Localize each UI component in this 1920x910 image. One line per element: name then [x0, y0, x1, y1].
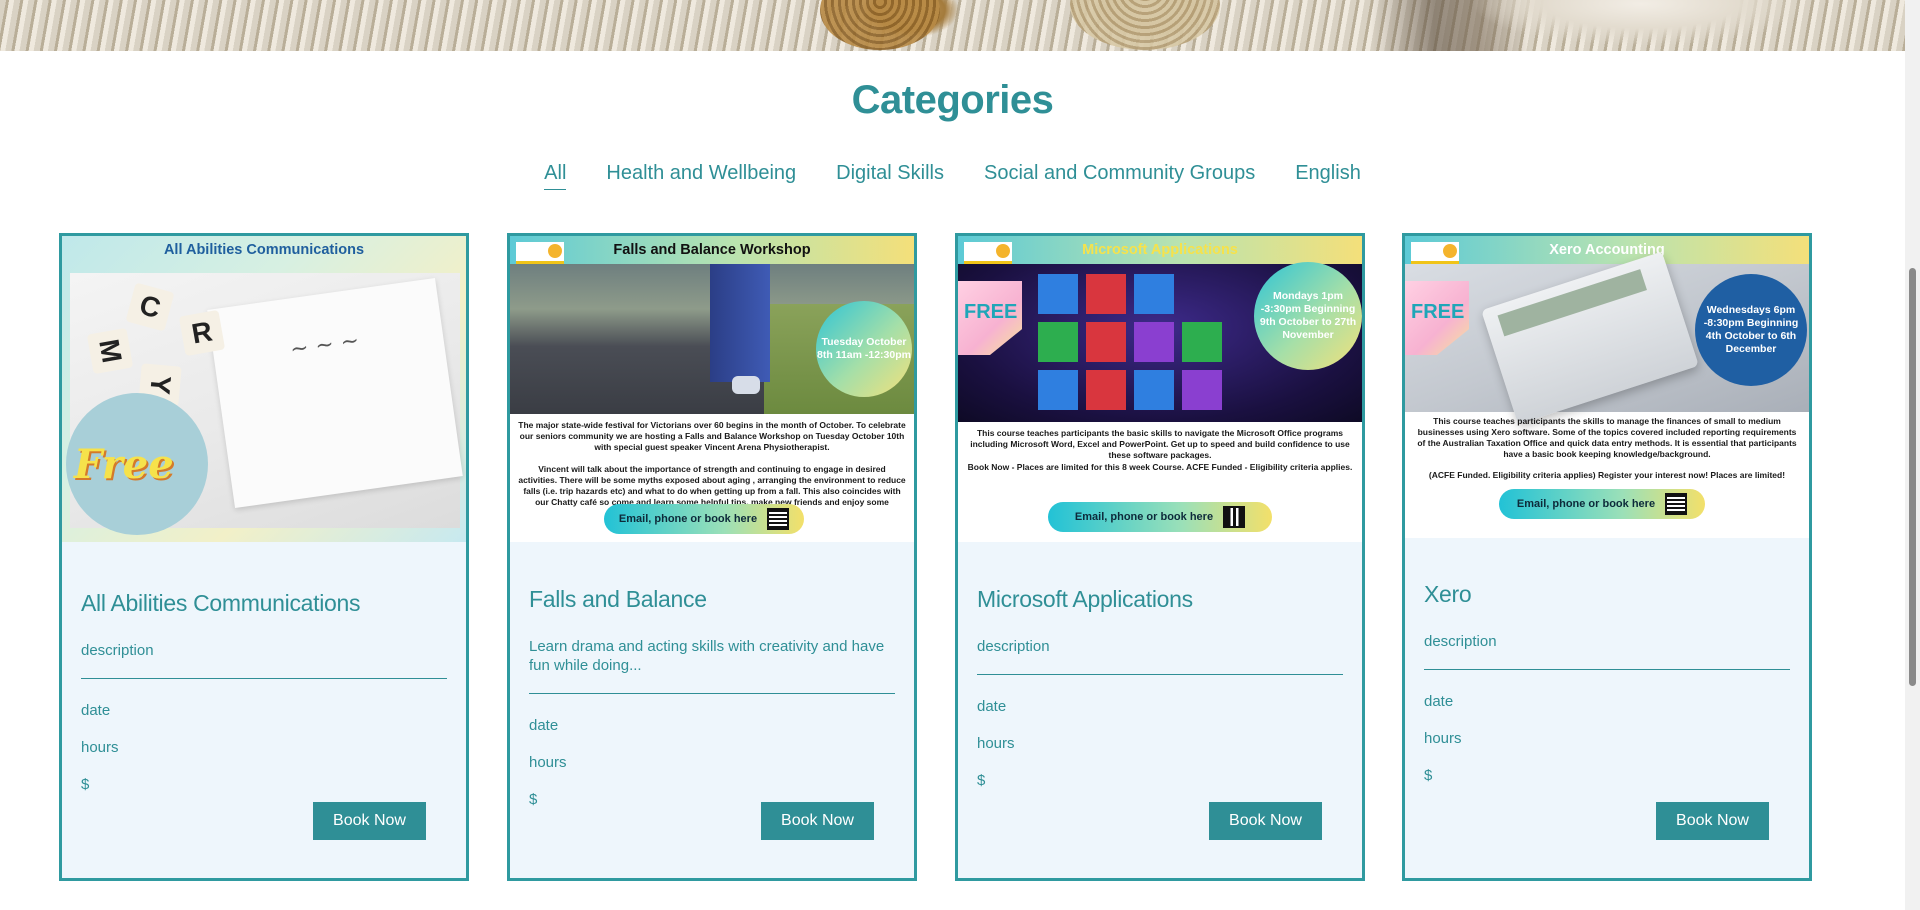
letter-tile: M	[86, 327, 134, 375]
card-description: description	[1424, 633, 1497, 650]
card-body: Microsoft Applications description date …	[977, 586, 1343, 789]
scrollbar-thumb[interactable]	[1909, 268, 1916, 686]
card-price: $	[1424, 767, 1433, 784]
free-label: Free	[74, 441, 174, 488]
card-description: description	[81, 642, 154, 659]
app-tile	[1086, 274, 1126, 314]
course-card: Xero Accounting FREE Wednesdays 6pm -8:3…	[1402, 233, 1812, 881]
book-now-button[interactable]: Book Now	[761, 802, 874, 840]
tab-english[interactable]: English	[1295, 162, 1361, 190]
shells-image-detail	[1305, 0, 1865, 51]
card-price: $	[81, 776, 90, 793]
poster-header: Falls and Balance Workshop	[510, 236, 914, 264]
basket-image-detail	[1070, 0, 1220, 50]
page-title: Categories	[851, 78, 1054, 122]
app-tile	[1038, 322, 1078, 362]
calculator-detail	[1481, 251, 1699, 425]
poster-text: Book Now - Places are limited for this 8…	[967, 462, 1353, 472]
shoe-detail	[732, 376, 760, 394]
poster-cta-label: Email, phone or book here	[618, 513, 758, 525]
divider	[529, 693, 895, 694]
basket-image-detail	[820, 0, 940, 50]
app-tile	[1134, 322, 1174, 362]
organisation-logo	[1411, 242, 1459, 264]
card-date: date	[529, 717, 559, 734]
paper-sheet	[207, 277, 463, 509]
poster-text: (ACFE Funded. Eligibility criteria appli…	[1428, 470, 1786, 480]
poster-text: This course teaches participants the ski…	[1417, 416, 1797, 459]
card-description: Learn drama and acting skills with creat…	[529, 638, 885, 674]
organisation-logo	[964, 242, 1012, 264]
card-price: $	[977, 772, 986, 789]
tab-health-and-wellbeing[interactable]: Health and Wellbeing	[606, 162, 796, 190]
letter-tile: C	[125, 282, 175, 332]
course-card: Microsoft Applications FREE Mondays 1pm …	[955, 233, 1365, 881]
poster-text: The major state-wide festival for Victor…	[518, 420, 906, 452]
card-date: date	[1424, 693, 1454, 710]
card-body: All Abilities Communications description…	[81, 590, 447, 793]
app-tile	[1134, 370, 1174, 410]
course-card: All Abilities Communications ~ ~ ~ C R M…	[59, 233, 469, 881]
tab-digital-skills[interactable]: Digital Skills	[836, 162, 944, 190]
divider	[81, 678, 447, 679]
book-now-button[interactable]: Book Now	[1209, 802, 1322, 840]
app-tile	[1086, 370, 1126, 410]
course-poster[interactable]: All Abilities Communications ~ ~ ~ C R M…	[62, 236, 466, 542]
poster-header: Xero Accounting	[1405, 236, 1809, 264]
app-tile	[1038, 274, 1078, 314]
poster-cta-label: Email, phone or book here	[1516, 498, 1656, 510]
card-body: Falls and Balance Learn drama and acting…	[529, 586, 895, 808]
hero-image	[0, 0, 1905, 51]
app-tile	[1182, 322, 1222, 362]
category-tabs: All Health and Wellbeing Digital Skills …	[0, 162, 1905, 190]
app-tile-grid	[1038, 274, 1278, 414]
course-poster[interactable]: Falls and Balance Workshop Tuesday Octob…	[510, 236, 914, 542]
date-badge: Wednesdays 6pm -8:30pm Beginning 4th Oct…	[1695, 274, 1807, 386]
qr-code-icon	[767, 508, 790, 530]
organisation-logo	[516, 242, 564, 264]
divider	[1424, 669, 1790, 670]
poster-header: All Abilities Communications	[163, 242, 365, 258]
divider	[977, 674, 1343, 675]
app-tile	[1182, 370, 1222, 410]
card-date: date	[81, 702, 111, 719]
card-title: Xero	[1424, 581, 1472, 607]
poster-header: Microsoft Applications	[958, 236, 1362, 264]
card-hours: hours	[529, 754, 567, 771]
poster-cta: Email, phone or book here	[1048, 502, 1272, 532]
app-tile	[1134, 274, 1174, 314]
card-title: Falls and Balance	[529, 586, 707, 612]
tab-all[interactable]: All	[544, 162, 567, 190]
letter-tile: R	[178, 309, 226, 357]
card-date: date	[977, 698, 1007, 715]
calculator-screen	[1497, 269, 1647, 337]
course-poster[interactable]: Microsoft Applications FREE Mondays 1pm …	[958, 236, 1362, 542]
card-hours: hours	[1424, 730, 1462, 747]
qr-code-icon	[1665, 493, 1688, 515]
poster-text: This course teaches participants the bas…	[970, 428, 1350, 460]
legs-detail	[710, 264, 770, 382]
app-tile	[1182, 274, 1222, 314]
date-badge: Mondays 1pm -3:30pm Beginning 9th Octobe…	[1254, 262, 1362, 370]
poster-cta: Email, phone or book here	[1499, 489, 1705, 519]
book-now-button[interactable]: Book Now	[1656, 802, 1769, 840]
poster-cta: Email, phone or book here	[604, 504, 804, 534]
card-title: All Abilities Communications	[81, 590, 361, 616]
app-tile	[1086, 322, 1126, 362]
page: Categories All Health and Wellbeing Digi…	[0, 0, 1920, 910]
tab-social-and-community-groups[interactable]: Social and Community Groups	[984, 162, 1255, 190]
app-tile	[1038, 370, 1078, 410]
page-scrollbar[interactable]	[1905, 0, 1920, 910]
poster-cta-label: Email, phone or book here	[1074, 511, 1214, 523]
book-now-button[interactable]: Book Now	[313, 802, 426, 840]
qr-code-icon	[1223, 506, 1246, 528]
card-description: description	[977, 638, 1050, 655]
course-card: Falls and Balance Workshop Tuesday Octob…	[507, 233, 917, 881]
course-poster[interactable]: Xero Accounting FREE Wednesdays 6pm -8:3…	[1405, 236, 1809, 538]
card-hours: hours	[977, 735, 1015, 752]
card-title: Microsoft Applications	[977, 586, 1193, 612]
card-body: Xero description date hours $	[1424, 581, 1790, 784]
card-hours: hours	[81, 739, 119, 756]
date-badge: Tuesday October 8th 11am -12:30pm	[816, 301, 912, 397]
